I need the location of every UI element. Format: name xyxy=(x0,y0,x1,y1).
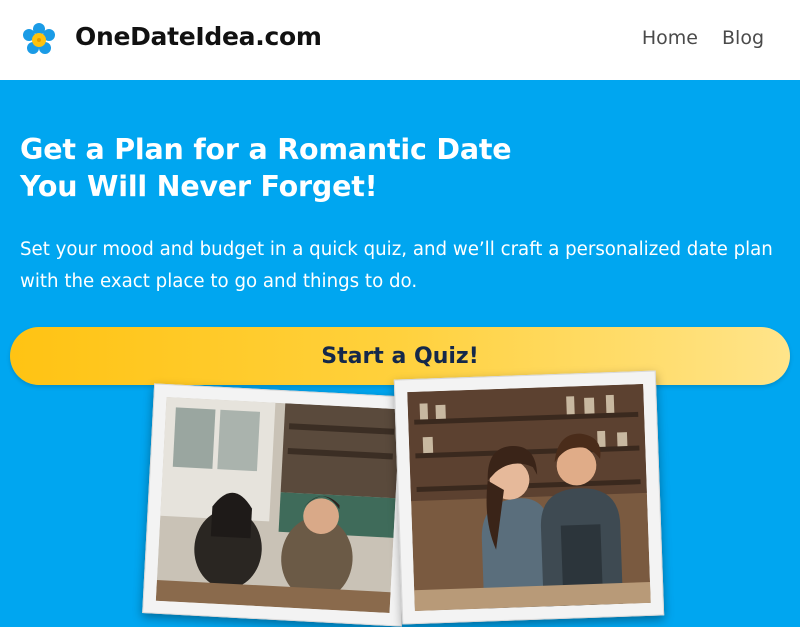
hero-title: Get a Plan for a Romantic Date You Will … xyxy=(20,131,580,205)
flower-icon[interactable] xyxy=(23,23,55,57)
couple-cooking-photo xyxy=(393,370,665,625)
hero-title-line-2: You Will Never Forget! xyxy=(20,170,378,203)
nav-link-blog[interactable]: Blog xyxy=(722,27,764,49)
start-quiz-button[interactable]: Start a Quiz! xyxy=(10,327,790,385)
site-header: OneDateIdea.com Home Blog xyxy=(0,0,800,80)
nav-link-home[interactable]: Home xyxy=(642,27,698,49)
brand-name[interactable]: OneDateIdea.com xyxy=(75,22,322,51)
hero-title-line-1: Get a Plan for a Romantic Date xyxy=(20,133,512,166)
hero-description: Set your mood and budget in a quick quiz… xyxy=(20,239,773,292)
couple-cafe-photo xyxy=(142,383,414,627)
main-nav: Home Blog xyxy=(642,27,764,49)
